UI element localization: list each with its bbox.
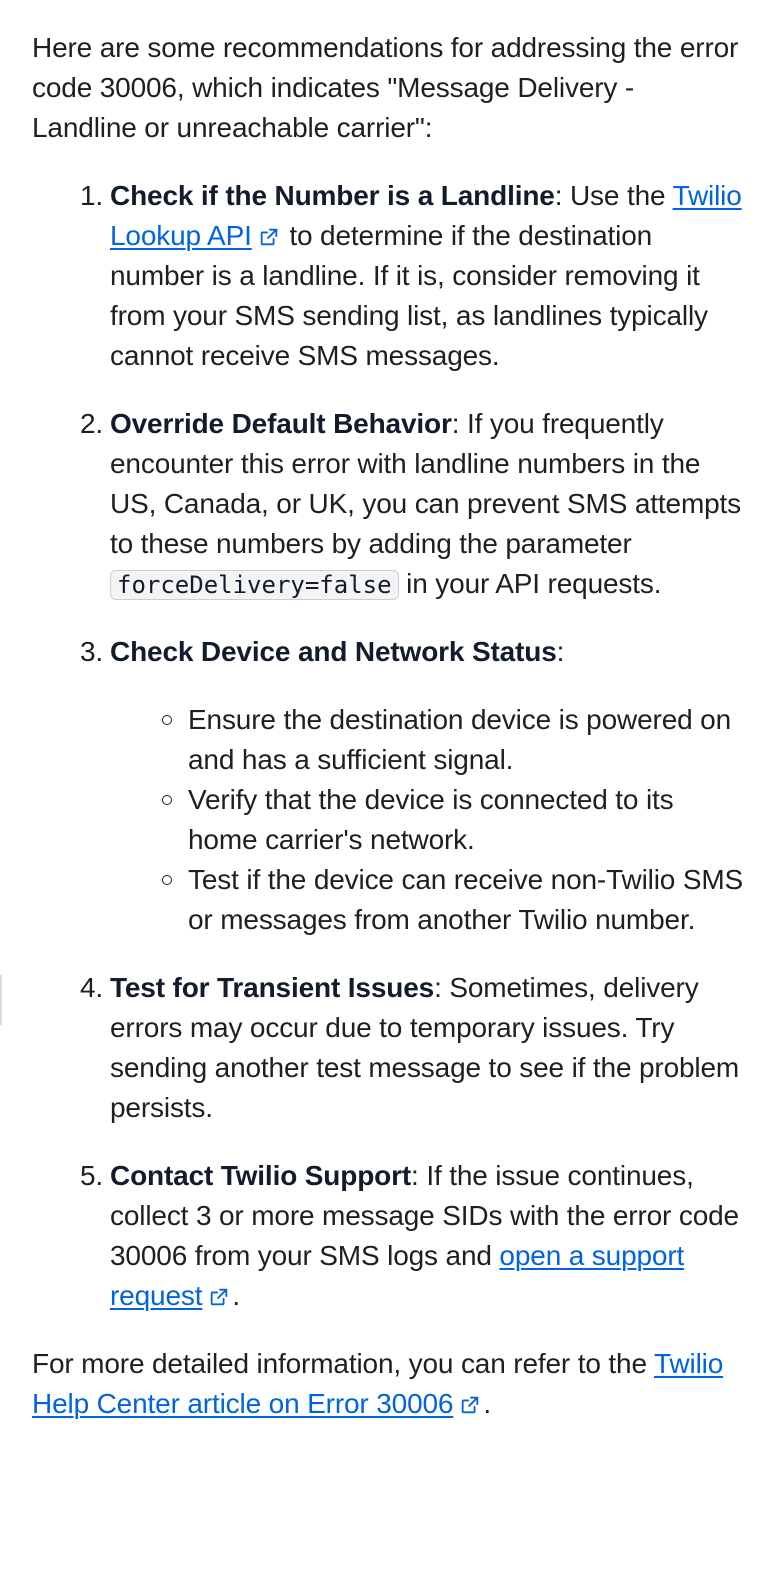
- external-link-icon: [462, 1396, 479, 1414]
- step-colon: :: [411, 1160, 419, 1191]
- step-title: Override Default Behavior: [110, 408, 452, 439]
- list-item: 2. Override Default Behavior: If you fre…: [80, 404, 744, 604]
- step-title: Check Device and Network Status: [110, 636, 557, 667]
- step-title: Check if the Number is a Landline: [110, 180, 555, 211]
- left-edge-marker: [0, 975, 2, 1025]
- external-link-icon: [211, 1288, 228, 1306]
- sub-list-item: Verify that the device is connected to i…: [158, 780, 744, 860]
- list-number: 1.: [80, 180, 104, 211]
- list-number: 3.: [80, 636, 104, 667]
- external-link-icon: [260, 228, 277, 246]
- step-text: Use the: [562, 180, 673, 211]
- bullet-icon: [162, 875, 172, 885]
- footer-paragraph: For more detailed information, you can r…: [32, 1344, 744, 1424]
- intro-paragraph: Here are some recommendations for addres…: [32, 32, 739, 143]
- sub-item-text: Test if the device can receive non-Twili…: [188, 864, 744, 935]
- bullet-icon: [162, 795, 172, 805]
- list-number: 2.: [80, 408, 104, 439]
- inline-code: forceDelivery=false: [110, 570, 399, 600]
- list-number: 5.: [80, 1160, 104, 1191]
- footer-text: For more detailed information, you can r…: [32, 1348, 655, 1379]
- sub-list-item: Ensure the destination device is powered…: [158, 700, 744, 780]
- step-text: .: [232, 1280, 240, 1311]
- list-number: 4.: [80, 972, 104, 1003]
- footer-text: .: [483, 1388, 491, 1419]
- list-item: 5. Contact Twilio Support: If the issue …: [80, 1156, 744, 1316]
- step-text: in your API requests.: [398, 568, 662, 599]
- sub-list: Ensure the destination device is powered…: [110, 700, 744, 940]
- sub-item-text: Ensure the destination device is powered…: [188, 704, 732, 775]
- step-title: Test for Transient Issues: [110, 972, 435, 1003]
- chat-message: Here are some recommendations for addres…: [32, 28, 744, 1424]
- sub-item-text: Verify that the device is connected to i…: [188, 784, 674, 855]
- list-item: 1. Check if the Number is a Landline: Us…: [80, 176, 744, 376]
- step-colon: :: [434, 972, 442, 1003]
- step-title: Contact Twilio Support: [110, 1160, 412, 1191]
- list-item: 4. Test for Transient Issues: Sometimes,…: [80, 968, 744, 1128]
- sub-list-item: Test if the device can receive non-Twili…: [158, 860, 744, 940]
- bullet-icon: [162, 715, 172, 725]
- list-item: 3. Check Device and Network Status: Ensu…: [80, 632, 744, 940]
- recommendation-list: 1. Check if the Number is a Landline: Us…: [32, 176, 744, 1316]
- step-colon: :: [556, 636, 565, 667]
